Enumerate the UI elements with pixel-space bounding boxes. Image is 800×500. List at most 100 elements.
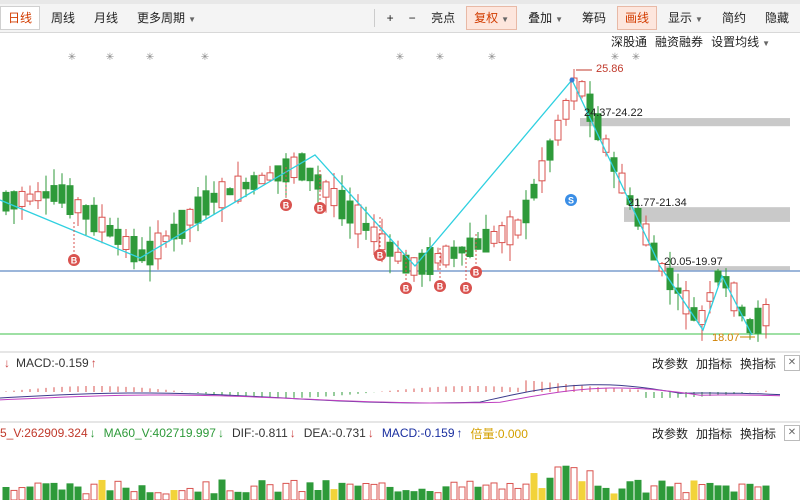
volume-bar bbox=[170, 490, 178, 500]
macd-dea-curve bbox=[0, 387, 781, 404]
buy-marker-label: B bbox=[377, 251, 384, 261]
volume-bar bbox=[226, 490, 234, 500]
volume-bar bbox=[378, 482, 386, 500]
star-marker: ✳ bbox=[632, 52, 640, 63]
volume-bar bbox=[522, 483, 530, 500]
vol-dif-arrow: ↓ bbox=[289, 426, 296, 440]
volume-bar bbox=[186, 487, 194, 500]
vol-macd-value: MACD:-0.159 bbox=[381, 426, 455, 440]
volume-bar bbox=[50, 482, 58, 500]
volume-bar bbox=[250, 485, 258, 500]
volume-bar bbox=[466, 480, 474, 500]
volume-bar bbox=[322, 480, 330, 500]
volume-bar bbox=[314, 490, 322, 500]
candle-body bbox=[514, 219, 522, 236]
volume-bar bbox=[546, 477, 554, 500]
volume-bar bbox=[394, 491, 402, 500]
buy-marker-label: B bbox=[317, 204, 324, 214]
vol-add-indicator-button[interactable]: 加指标 bbox=[696, 425, 732, 442]
volume-bar bbox=[202, 481, 210, 500]
candle-body bbox=[250, 175, 258, 190]
volume-bar bbox=[626, 481, 634, 500]
volume-bar bbox=[498, 488, 506, 500]
macd-switch-indicator-button[interactable]: 换指标 bbox=[740, 355, 776, 372]
candle-body bbox=[706, 292, 714, 302]
volume-bar bbox=[354, 485, 362, 500]
volume-bar bbox=[514, 487, 522, 500]
volume-panel-header: 5_V:262909.324 ↓ MA60_V:402719.997 ↓ DIF… bbox=[0, 424, 800, 442]
star-marker: ✳ bbox=[488, 52, 496, 63]
volume-bar bbox=[738, 483, 746, 500]
vol-macd-arrow: ↑ bbox=[456, 426, 463, 440]
vol-change-params-button[interactable]: 改参数 bbox=[652, 425, 688, 442]
candle-body bbox=[82, 205, 90, 220]
close-icon[interactable]: ✕ bbox=[784, 425, 800, 441]
volume-bar bbox=[346, 483, 354, 500]
candle-body bbox=[546, 140, 554, 161]
star-marker: ✳ bbox=[146, 52, 154, 63]
volume-bar bbox=[426, 491, 434, 500]
candle-body bbox=[194, 196, 202, 224]
candle-body bbox=[18, 190, 26, 207]
volume-bar bbox=[562, 465, 570, 500]
candle-body bbox=[114, 228, 122, 245]
zone2-price-label: 21.77-21.34 bbox=[628, 197, 687, 209]
candle-body bbox=[410, 257, 418, 276]
candle-body bbox=[266, 172, 274, 181]
macd-panel-header: ↓ MACD:-0.159 ↑ 改参数 加指标 换指标 ✕ bbox=[0, 354, 800, 372]
volume-bar bbox=[34, 482, 42, 500]
candle-body bbox=[210, 192, 218, 203]
resistance-zone-1 bbox=[580, 118, 790, 127]
high-price-label: 25.86 bbox=[596, 63, 624, 75]
buy-marker-label: B bbox=[463, 284, 470, 294]
volume-bar bbox=[746, 483, 754, 500]
zone1-price-label: 24.37-24.22 bbox=[584, 107, 643, 119]
zone3-price-label: 20.05-19.97 bbox=[664, 256, 723, 268]
buy-marker-label: B bbox=[403, 284, 410, 294]
volume-bar bbox=[442, 486, 450, 500]
volume-bar bbox=[18, 487, 26, 500]
volume-bar bbox=[754, 486, 762, 500]
volume-bar bbox=[218, 479, 226, 500]
candle-body bbox=[58, 184, 66, 204]
volume-bar bbox=[138, 485, 146, 500]
volume-bar bbox=[178, 490, 186, 500]
vol-switch-indicator-button[interactable]: 换指标 bbox=[740, 425, 776, 442]
star-marker: ✳ bbox=[396, 52, 404, 63]
volume-bar bbox=[698, 484, 706, 500]
candle-body bbox=[338, 189, 346, 220]
resistance-zone-2 bbox=[624, 207, 790, 222]
candle-body bbox=[370, 226, 378, 243]
candle-body bbox=[666, 267, 674, 291]
candle-body bbox=[122, 236, 130, 250]
volume-bar bbox=[634, 479, 642, 500]
volume-bar bbox=[290, 479, 298, 500]
volume-bar bbox=[618, 488, 626, 500]
volume-bar bbox=[490, 482, 498, 500]
candle-body bbox=[354, 204, 362, 235]
volume-bar bbox=[266, 484, 274, 500]
candle-body bbox=[578, 81, 586, 97]
macd-add-indicator-button[interactable]: 加指标 bbox=[696, 355, 732, 372]
macd-dif-curve bbox=[0, 384, 781, 404]
volume-bar bbox=[98, 479, 106, 500]
vol-dea-arrow: ↓ bbox=[367, 426, 374, 440]
candle-body bbox=[442, 245, 450, 266]
star-marker: ✳ bbox=[201, 52, 209, 63]
candle-body bbox=[98, 216, 106, 233]
candle-body bbox=[506, 216, 514, 246]
close-icon[interactable]: ✕ bbox=[784, 355, 800, 371]
volume-bar bbox=[722, 485, 730, 500]
volume-bar bbox=[682, 492, 690, 500]
candle-body bbox=[562, 99, 570, 120]
candle-body bbox=[298, 153, 306, 181]
macd-down-arrow: ↓ bbox=[4, 356, 10, 370]
candle-body bbox=[754, 307, 762, 334]
candle-body bbox=[90, 204, 98, 233]
volume-bar bbox=[258, 480, 266, 500]
candle-body bbox=[66, 185, 74, 216]
volume-bar bbox=[666, 486, 674, 500]
macd-change-params-button[interactable]: 改参数 bbox=[652, 355, 688, 372]
candle-body bbox=[698, 310, 706, 326]
candle-body bbox=[26, 193, 34, 202]
